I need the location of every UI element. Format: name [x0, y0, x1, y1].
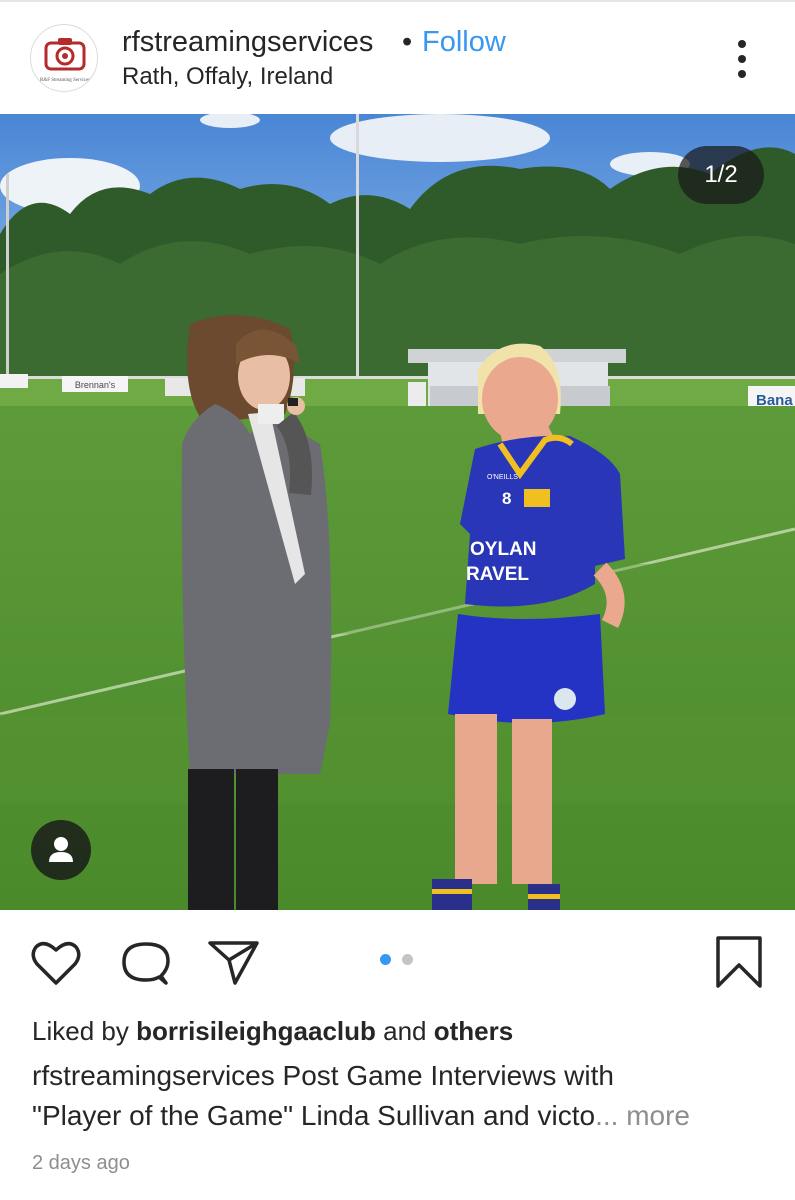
caption-line-1: rfstreamingservices Post Game Interviews…: [32, 1060, 614, 1092]
liked-by-user-link[interactable]: borrisileighgaaclub: [136, 1016, 376, 1046]
avatar[interactable]: R&F Streaming Services: [30, 24, 98, 92]
caption-ellipsis: ...: [595, 1100, 619, 1131]
brennans-sign-text: Brennan's: [75, 380, 116, 390]
more-vertical-icon: [738, 40, 746, 78]
follow-button[interactable]: Follow: [422, 26, 506, 59]
camera-logo-icon: R&F Streaming Services: [40, 38, 90, 83]
carousel-dot-inactive: [402, 954, 413, 965]
share-icon: [208, 941, 259, 985]
heart-icon: [31, 941, 81, 985]
jersey-number-text: 8: [502, 489, 511, 508]
like-button[interactable]: [29, 936, 83, 990]
jersey-brand-text: O'NEILLS: [487, 474, 518, 481]
comment-icon: [122, 942, 170, 985]
caption-username-link[interactable]: rfstreamingservices: [32, 1060, 275, 1091]
username[interactable]: rfstreamingservices: [122, 26, 373, 59]
carousel-dot-active: [380, 954, 391, 965]
liked-by-prefix: Liked by: [32, 1016, 137, 1046]
liked-by-and: and: [375, 1016, 434, 1046]
share-button[interactable]: [205, 936, 259, 990]
liked-by-others-link[interactable]: others: [434, 1016, 513, 1046]
location-link[interactable]: Rath, Offaly, Ireland: [122, 63, 333, 91]
caption-text-2: "Player of the Game" Linda Sullivan and …: [32, 1100, 596, 1131]
interview-photo: Brennan's Bana 8 O'NEILLS OYLAN RAVEL: [0, 114, 795, 910]
jersey-sponsor-line1: OYLAN: [470, 539, 537, 560]
post-timestamp: 2 days ago: [32, 1152, 130, 1174]
save-button[interactable]: [712, 936, 766, 990]
caption-line-2: "Player of the Game" Linda Sullivan and …: [32, 1100, 690, 1132]
bookmark-icon: [716, 936, 762, 988]
person-icon: [49, 837, 73, 862]
separator-dot: •: [402, 26, 413, 58]
post-image[interactable]: Brennan's Bana 8 O'NEILLS OYLAN RAVEL: [0, 114, 795, 910]
post-header: R&F Streaming Services rfstreamingservic…: [0, 2, 795, 114]
comment-button[interactable]: [118, 936, 172, 990]
tagged-users-button[interactable]: [31, 820, 91, 880]
more-options-button[interactable]: [726, 38, 758, 82]
more-caption-link[interactable]: more: [618, 1100, 690, 1131]
liked-by-line: Liked by borrisileighgaaclub and others: [32, 1016, 513, 1047]
carousel-counter: 1/2: [678, 146, 764, 204]
avatar-text: R&F Streaming Services: [40, 78, 90, 83]
jersey-sponsor-line2: RAVEL: [466, 564, 529, 585]
caption-text-1: Post Game Interviews with: [274, 1060, 614, 1091]
